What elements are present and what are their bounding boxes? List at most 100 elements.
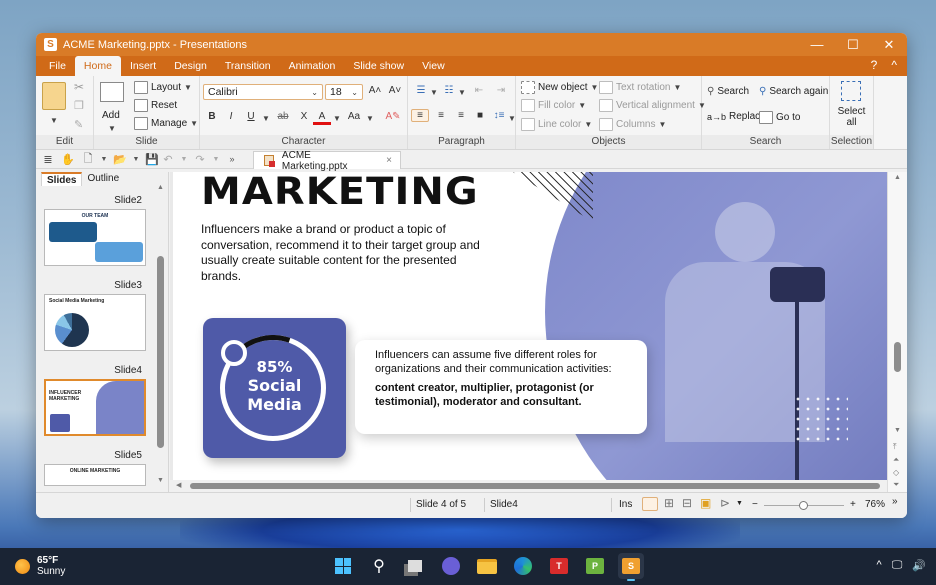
redo-icon[interactable]: ↷	[192, 153, 208, 166]
scrollbar-thumb[interactable]	[894, 342, 901, 372]
minimize-button[interactable]: —	[799, 33, 835, 56]
chevron-down-icon[interactable]: ▼	[208, 156, 224, 163]
clear-formatting-button[interactable]: X	[295, 111, 313, 122]
copy-icon[interactable]: ❐	[74, 99, 84, 112]
line-spacing-dropdown-icon[interactable]: ▼	[508, 114, 516, 123]
scroll-up-icon[interactable]: ▲	[894, 174, 901, 181]
horizontal-scrollbar[interactable]: ◀	[170, 480, 887, 492]
character-style-icon[interactable]: A✎	[384, 111, 402, 122]
undo-icon[interactable]: ↶	[160, 153, 176, 166]
start-button[interactable]	[330, 553, 356, 579]
vertical-scrollbar[interactable]: ▲ ▼ ⤒ ⏶ ◇ ⏷	[887, 172, 907, 492]
menu-icon[interactable]: ≣	[40, 153, 56, 166]
scroll-down-icon[interactable]: ▼	[894, 427, 901, 434]
paste-icon[interactable]	[42, 82, 66, 110]
bullet-list-icon[interactable]: ☰	[412, 85, 430, 96]
first-slide-icon[interactable]: ⤒	[893, 442, 897, 452]
tab-slide-show[interactable]: Slide show	[344, 56, 413, 76]
tab-outline[interactable]: Outline	[82, 172, 124, 186]
hand-tool-icon[interactable]: ✋	[60, 153, 76, 166]
font-size-select[interactable]: 18 ⌄	[325, 84, 363, 100]
justify-button[interactable]: ■	[471, 110, 489, 121]
scroll-up-icon[interactable]: ▲	[157, 184, 164, 191]
slideshow-dropdown-icon[interactable]: ▼	[736, 500, 743, 507]
zoom-out-button[interactable]: −	[752, 499, 758, 510]
search-again-button[interactable]: ⚲ Search again	[759, 86, 828, 97]
normal-view-button[interactable]	[642, 497, 658, 511]
more-tools-icon[interactable]: »	[224, 154, 240, 164]
bullet-list-dropdown-icon[interactable]: ▼	[430, 88, 438, 97]
slide-thumbnail-5[interactable]: ONLINE MARKETING	[44, 464, 146, 486]
info-card[interactable]: Influencers can assume five different ro…	[355, 340, 647, 434]
notes-view-button[interactable]: ▣	[700, 496, 711, 510]
add-slide-button[interactable]: Add	[102, 110, 120, 121]
zoom-level[interactable]: 76%	[865, 499, 885, 510]
teams-chat-button[interactable]	[438, 553, 464, 579]
text-rotation-button[interactable]: Text rotation ▼	[599, 81, 681, 94]
network-icon[interactable]: 🖵	[892, 559, 903, 572]
help-icon[interactable]: ?	[871, 58, 878, 72]
next-slide-icon[interactable]: ⏷	[893, 480, 899, 490]
select-all-icon[interactable]	[841, 81, 861, 101]
fill-color-button[interactable]: Fill color ▼	[521, 99, 586, 112]
cut-icon[interactable]: ✂	[74, 80, 84, 94]
layout-button[interactable]: Layout ▼	[134, 81, 192, 94]
zoom-slider-thumb[interactable]	[799, 501, 808, 510]
underline-button[interactable]: U	[242, 111, 260, 122]
reset-button[interactable]: Reset	[134, 99, 177, 112]
weather-widget[interactable]: 65°F Sunny	[15, 555, 65, 577]
presentations-button[interactable]: S	[618, 553, 644, 581]
scroll-down-icon[interactable]: ▼	[157, 477, 164, 484]
font-color-button[interactable]: A	[313, 111, 331, 125]
chevron-down-icon[interactable]: ▼	[176, 156, 192, 163]
italic-button[interactable]: I	[222, 111, 240, 122]
strikethrough-button[interactable]: ab	[274, 111, 292, 122]
numbered-list-dropdown-icon[interactable]: ▼	[458, 88, 466, 97]
tab-slides[interactable]: Slides	[41, 172, 83, 186]
goto-button[interactable]: Go to	[759, 111, 800, 124]
bold-button[interactable]: B	[203, 111, 221, 122]
slide-title[interactable]: MARKETING	[201, 172, 479, 213]
tab-file[interactable]: File	[40, 56, 75, 76]
file-explorer-button[interactable]	[474, 553, 500, 579]
insert-mode[interactable]: Ins	[619, 499, 632, 510]
paste-dropdown-icon[interactable]: ▼	[50, 116, 58, 125]
tab-transition[interactable]: Transition	[216, 56, 280, 76]
scrollbar-thumb[interactable]	[190, 483, 880, 489]
tab-insert[interactable]: Insert	[121, 56, 165, 76]
close-button[interactable]: ✕	[871, 33, 907, 56]
textmaker-button[interactable]: T	[546, 553, 572, 579]
slide-canvas[interactable]: MARKETING Influencers make a brand or pr…	[173, 172, 887, 480]
maximize-button[interactable]: ☐	[835, 33, 871, 56]
add-slide-dropdown-icon[interactable]: ▼	[108, 124, 116, 133]
close-tab-icon[interactable]: ×	[386, 155, 392, 166]
align-right-button[interactable]: ≡	[452, 110, 470, 121]
change-case-dropdown-icon[interactable]: ▼	[366, 114, 374, 123]
line-spacing-icon[interactable]: ↕≡	[490, 110, 508, 121]
tab-design[interactable]: Design	[165, 56, 216, 76]
underline-dropdown-icon[interactable]: ▼	[262, 114, 270, 123]
grow-font-icon[interactable]: A˄	[366, 85, 384, 96]
new-object-button[interactable]: New object ▼	[521, 81, 598, 94]
scrollbar-thumb[interactable]	[157, 256, 164, 448]
scroll-left-icon[interactable]: ◀	[176, 481, 181, 489]
increase-indent-icon[interactable]: ⇥	[492, 85, 510, 96]
collapse-ribbon-icon[interactable]: ^	[891, 58, 897, 72]
slideshow-button[interactable]: ⊳	[720, 496, 730, 510]
outline-view-button[interactable]: ⊟	[682, 496, 692, 510]
select-all-button[interactable]: Select all	[830, 106, 873, 128]
task-view-button[interactable]	[402, 553, 428, 579]
manage-button[interactable]: Manage ▼	[134, 117, 198, 130]
browse-object-icon[interactable]: ◇	[893, 468, 899, 477]
edge-button[interactable]	[510, 553, 536, 579]
slide-body-text[interactable]: Influencers make a brand or product a to…	[201, 222, 481, 284]
numbered-list-icon[interactable]: ☷	[440, 85, 458, 96]
font-family-select[interactable]: Calibri ⌄	[203, 84, 323, 100]
more-options-icon[interactable]: »	[892, 496, 898, 507]
line-color-button[interactable]: Line color ▼	[521, 118, 592, 131]
slide-thumbnail-4[interactable]: INFLUENCER MARKETING	[44, 379, 146, 436]
chevron-down-icon[interactable]: ▼	[96, 156, 112, 163]
show-hidden-icons[interactable]: ^	[877, 559, 882, 572]
volume-icon[interactable]: 🔊	[912, 559, 926, 572]
add-slide-icon[interactable]	[100, 82, 124, 102]
